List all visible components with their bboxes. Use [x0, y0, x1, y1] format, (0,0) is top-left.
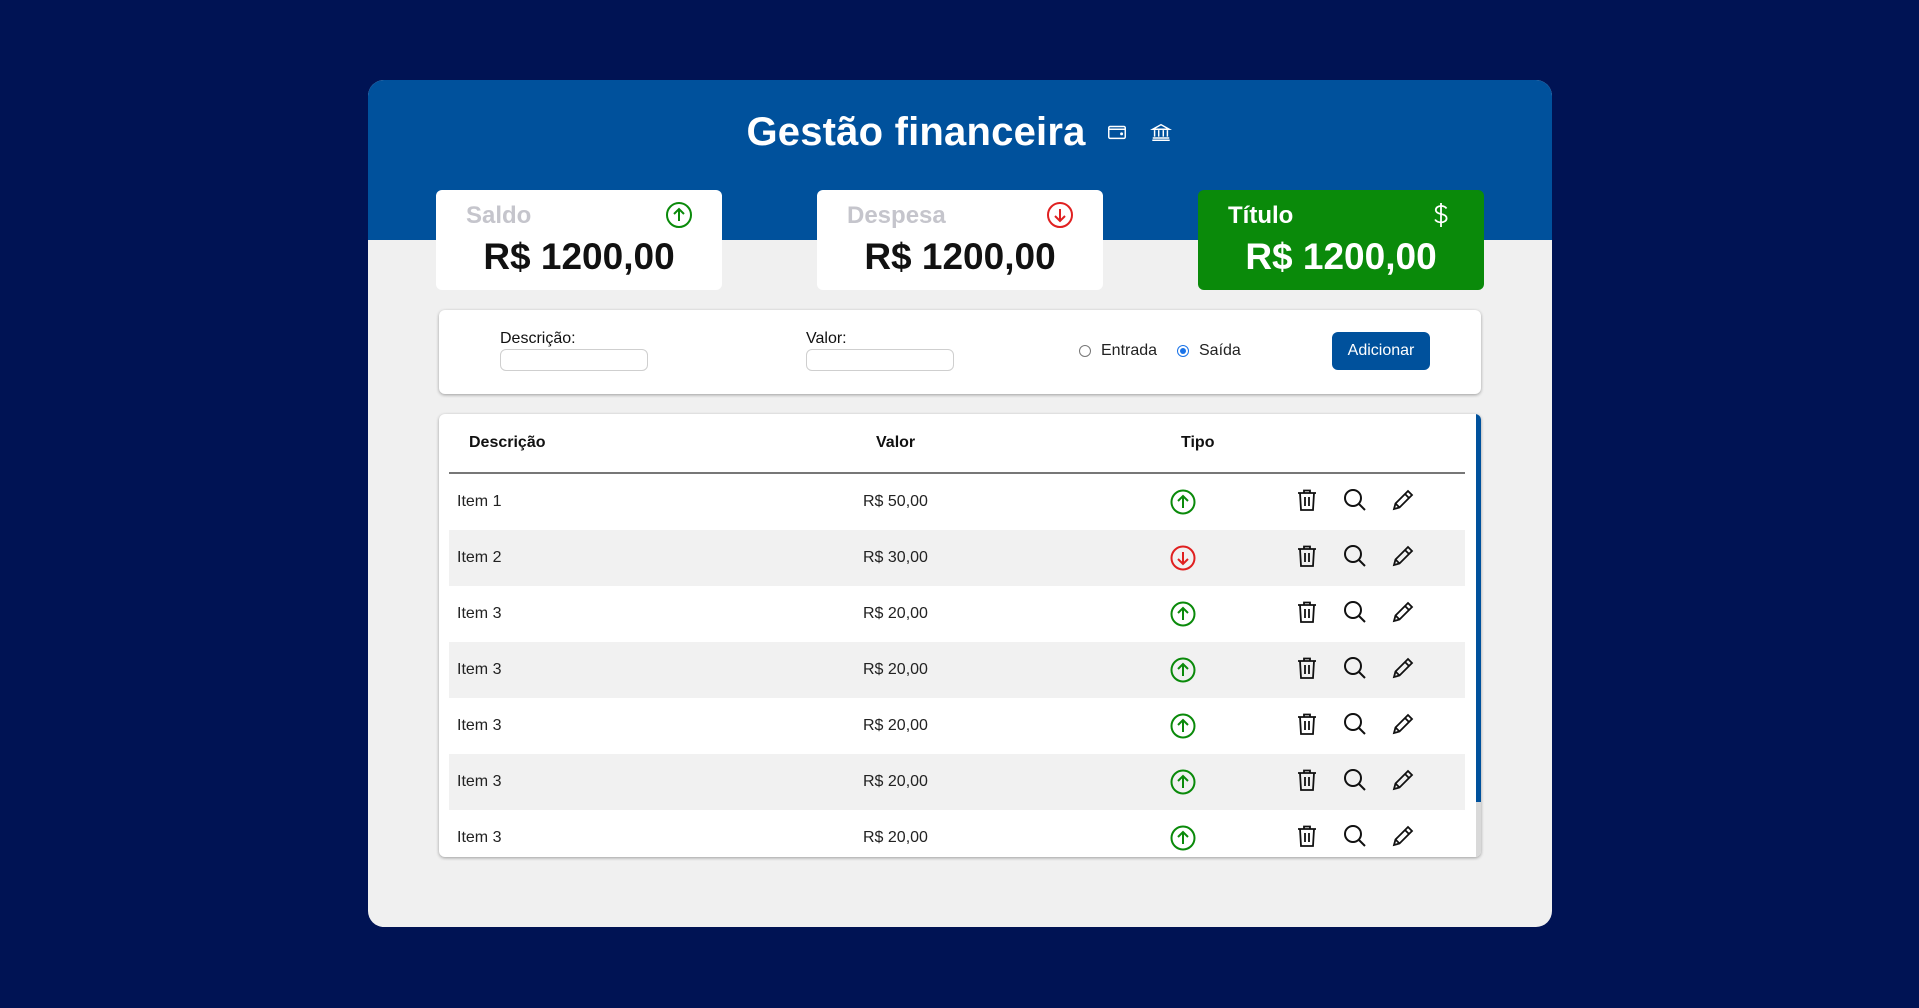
row-value: R$ 20,00 [863, 773, 928, 790]
title-row: Gestão financeira [368, 110, 1552, 155]
value-label: Valor: [806, 330, 847, 347]
expense-card: Despesa R$ 1200,00 [817, 190, 1103, 290]
arrow-up-circle-icon [1169, 768, 1197, 796]
table-row: Item 3 R$ 20,00 [449, 754, 1465, 810]
radio-expense-label: Saída [1199, 342, 1241, 359]
pencil-icon[interactable] [1390, 767, 1418, 795]
row-description: Item 3 [457, 605, 502, 622]
total-value: R$ 1200,00 [1245, 236, 1437, 277]
arrow-down-circle-icon [1045, 200, 1075, 230]
arrow-up-circle-icon [1169, 488, 1197, 516]
arrow-up-circle-icon [1169, 824, 1197, 852]
table-row: Item 1 R$ 50,00 [449, 474, 1465, 530]
search-icon[interactable] [1342, 655, 1370, 683]
total-card: Título R$ 1200,00 [1198, 190, 1484, 290]
expense-label: Despesa [847, 202, 946, 229]
search-icon[interactable] [1342, 823, 1370, 851]
trash-icon[interactable] [1294, 599, 1322, 627]
trash-icon[interactable] [1294, 767, 1322, 795]
dollar-icon [1426, 200, 1456, 230]
row-description: Item 1 [457, 493, 502, 510]
app-container: Gestão financeira Saldo R$ 1200,00 Despe… [368, 80, 1552, 927]
table-row: Item 3 R$ 20,00 [449, 586, 1465, 642]
table-row: Item 3 R$ 20,00 [449, 810, 1465, 857]
pencil-icon[interactable] [1390, 487, 1418, 515]
balance-label: Saldo [466, 202, 532, 229]
total-label: Título [1228, 202, 1294, 229]
header-value: Valor [876, 434, 916, 451]
table-row: Item 3 R$ 20,00 [449, 642, 1465, 698]
arrow-up-circle-icon [664, 200, 694, 230]
transactions-table: Descrição Valor Tipo Item 1 R$ 50,00 Ite… [439, 414, 1481, 857]
trash-icon[interactable] [1294, 823, 1322, 851]
row-description: Item 3 [457, 717, 502, 734]
radio-expense[interactable]: Saída [1177, 342, 1241, 360]
arrow-up-circle-icon [1169, 712, 1197, 740]
balance-value: R$ 1200,00 [483, 236, 675, 277]
row-value: R$ 30,00 [863, 549, 928, 566]
trash-icon[interactable] [1294, 487, 1322, 515]
pencil-icon[interactable] [1390, 823, 1418, 851]
row-value: R$ 20,00 [863, 717, 928, 734]
pencil-icon[interactable] [1390, 655, 1418, 683]
radio-income-button[interactable] [1079, 345, 1091, 357]
description-label: Descrição: [500, 330, 576, 347]
pencil-icon[interactable] [1390, 543, 1418, 571]
row-value: R$ 20,00 [863, 605, 928, 622]
page-title: Gestão financeira [746, 110, 1086, 154]
header-type: Tipo [1181, 434, 1215, 451]
table-header: Descrição Valor Tipo [449, 414, 1465, 474]
description-input[interactable] [500, 349, 648, 371]
arrow-up-circle-icon [1169, 600, 1197, 628]
trash-icon[interactable] [1294, 655, 1322, 683]
search-icon[interactable] [1342, 711, 1370, 739]
pencil-icon[interactable] [1390, 711, 1418, 739]
row-value: R$ 50,00 [863, 493, 928, 510]
row-value: R$ 20,00 [863, 661, 928, 678]
search-icon[interactable] [1342, 543, 1370, 571]
balance-card: Saldo R$ 1200,00 [436, 190, 722, 290]
radio-income[interactable]: Entrada [1079, 342, 1157, 360]
row-value: R$ 20,00 [863, 829, 928, 846]
search-icon[interactable] [1342, 767, 1370, 795]
search-icon[interactable] [1342, 599, 1370, 627]
trash-icon[interactable] [1294, 543, 1322, 571]
table-row: Item 2 R$ 30,00 [449, 530, 1465, 586]
arrow-down-circle-icon [1169, 544, 1197, 572]
wallet-icon [1106, 121, 1130, 145]
arrow-up-circle-icon [1169, 656, 1197, 684]
expense-value: R$ 1200,00 [864, 236, 1056, 277]
pencil-icon[interactable] [1390, 599, 1418, 627]
row-description: Item 3 [457, 773, 502, 790]
add-button[interactable]: Adicionar [1332, 332, 1430, 370]
table-row: Item 3 R$ 20,00 [449, 698, 1465, 754]
row-description: Item 3 [457, 661, 502, 678]
transaction-form: Descrição: Valor: Entrada Saída Adiciona… [439, 310, 1481, 394]
radio-income-label: Entrada [1101, 342, 1158, 359]
radio-expense-button[interactable] [1177, 345, 1189, 357]
value-input[interactable] [806, 349, 954, 371]
search-icon[interactable] [1342, 487, 1370, 515]
row-description: Item 2 [457, 549, 502, 566]
scrollbar-thumb[interactable] [1476, 414, 1481, 802]
bank-icon [1149, 121, 1174, 145]
trash-icon[interactable] [1294, 711, 1322, 739]
header-description: Descrição [469, 434, 546, 451]
row-description: Item 3 [457, 829, 502, 846]
